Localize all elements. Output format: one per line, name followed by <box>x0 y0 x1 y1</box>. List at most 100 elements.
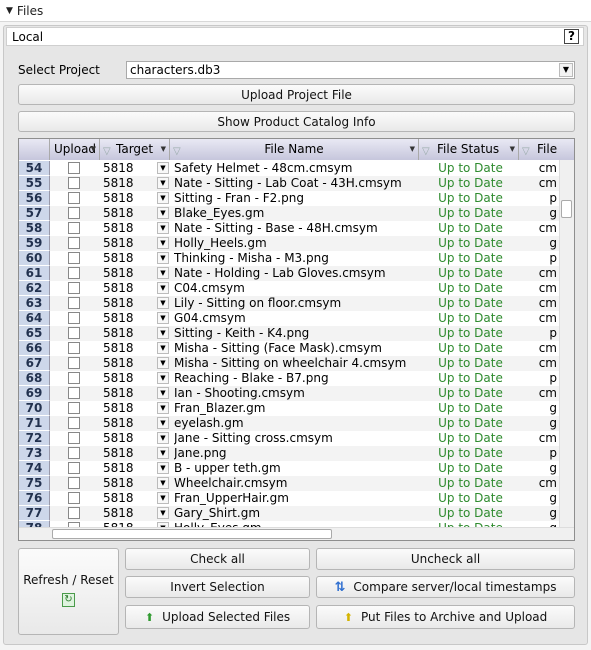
compare-timestamps-button[interactable]: ⇅ Compare server/local timestamps <box>316 576 575 598</box>
chevron-down-icon[interactable]: ▼ <box>157 192 169 204</box>
table-row[interactable]: 77 5818 ▼ Gary_Shirt.gm Up to Date g <box>19 506 559 521</box>
table-row[interactable]: 56 5818 ▼ Sitting - Fran - F2.png Up to Date… <box>19 191 559 206</box>
project-select[interactable]: characters.db3 ▼ <box>126 61 575 79</box>
chevron-down-icon[interactable]: ▼ <box>157 447 169 459</box>
invert-selection-button[interactable]: Invert Selection <box>125 576 310 598</box>
chevron-down-icon[interactable]: ▼ <box>157 417 169 429</box>
upload-checkbox[interactable] <box>68 432 80 444</box>
file-ext-column-header[interactable]: ▽ File <box>519 139 574 160</box>
table-row[interactable]: 74 5818 ▼ B - upper teth.gm Up to Date g <box>19 461 559 476</box>
table-row[interactable]: 68 5818 ▼ Reaching - Blake - B7.png Up to Da… <box>19 371 559 386</box>
table-row[interactable]: 62 5818 ▼ C04.cmsym Up to Date cm <box>19 281 559 296</box>
chevron-down-icon[interactable]: ▼ <box>157 297 169 309</box>
funnel-icon[interactable]: ▽ <box>103 141 111 162</box>
upload-checkbox[interactable] <box>68 477 80 489</box>
chevron-down-icon[interactable]: ▼ <box>157 312 169 324</box>
target-column-header[interactable]: ▽ Target ▼ <box>100 139 170 160</box>
horizontal-scrollbar[interactable] <box>19 527 574 540</box>
chevron-down-icon[interactable]: ▼ <box>157 162 169 174</box>
upload-checkbox[interactable] <box>68 342 80 354</box>
upload-checkbox[interactable] <box>68 237 80 249</box>
chevron-down-icon[interactable]: ▼ <box>157 402 169 414</box>
chevron-down-icon[interactable]: ▼ <box>157 372 169 384</box>
upload-checkbox[interactable] <box>68 267 80 279</box>
upload-checkbox[interactable] <box>68 312 80 324</box>
chevron-down-icon[interactable]: ▼ <box>157 207 169 219</box>
table-row[interactable]: 67 5818 ▼ Misha - Sitting on wheelchair 4.c… <box>19 356 559 371</box>
chevron-down-icon[interactable]: ▼ <box>157 177 169 189</box>
chevron-down-icon[interactable]: ▼ <box>157 507 169 519</box>
chevron-down-icon[interactable]: ▼ <box>157 387 169 399</box>
chevron-down-icon[interactable]: ▼ <box>510 139 515 160</box>
table-row[interactable]: 65 5818 ▼ Sitting - Keith - K4.png Up to Dat… <box>19 326 559 341</box>
funnel-icon[interactable]: ▽ <box>173 141 181 162</box>
table-row[interactable]: 57 5818 ▼ Blake_Eyes.gm Up to Date g <box>19 206 559 221</box>
upload-checkbox[interactable] <box>68 417 80 429</box>
archive-upload-button[interactable]: ⬆ Put Files to Archive and Upload <box>316 605 575 629</box>
chevron-down-icon[interactable]: ▼ <box>157 342 169 354</box>
chevron-down-icon[interactable]: ▼ <box>157 282 169 294</box>
upload-checkbox[interactable] <box>68 372 80 384</box>
table-row[interactable]: 69 5818 ▼ Ian - Shooting.cmsym Up to Date cm <box>19 386 559 401</box>
table-row[interactable]: 75 5818 ▼ Wheelchair.cmsym Up to Date cm <box>19 476 559 491</box>
help-button[interactable]: ? <box>564 29 579 44</box>
chevron-down-icon[interactable]: ▼ <box>157 477 169 489</box>
vertical-scrollbar[interactable] <box>559 160 574 540</box>
uncheck-all-button[interactable]: Uncheck all <box>316 548 575 570</box>
upload-checkbox[interactable] <box>68 492 80 504</box>
chevron-down-icon[interactable]: ▼ <box>157 237 169 249</box>
table-row[interactable]: 55 5818 ▼ Nate - Sitting - Lab Coat - 43H.c… <box>19 176 559 191</box>
upload-checkbox[interactable] <box>68 282 80 294</box>
upload-checkbox[interactable] <box>68 162 80 174</box>
upload-checkbox[interactable] <box>68 177 80 189</box>
funnel-icon[interactable]: ▽ <box>422 141 430 162</box>
table-row[interactable]: 70 5818 ▼ Fran_Blazer.gm Up to Date g <box>19 401 559 416</box>
file-name-column-header[interactable]: ▽ File Name ▼ <box>170 139 419 160</box>
chevron-down-icon[interactable]: ▼ <box>559 63 573 77</box>
upload-checkbox[interactable] <box>68 462 80 474</box>
chevron-down-icon[interactable]: ▼ <box>161 139 166 160</box>
table-row[interactable]: 66 5818 ▼ Misha - Sitting (Face Mask).cmsym… <box>19 341 559 356</box>
horizontal-scroll-thumb[interactable] <box>52 529 332 539</box>
upload-checkbox[interactable] <box>68 207 80 219</box>
chevron-down-icon[interactable]: ▼ <box>157 357 169 369</box>
upload-checkbox[interactable] <box>68 387 80 399</box>
show-product-catalog-button[interactable]: Show Product Catalog Info <box>18 111 575 132</box>
table-row[interactable]: 58 5818 ▼ Nate - Sitting - Base - 48H.cmsym… <box>19 221 559 236</box>
upload-checkbox[interactable] <box>68 252 80 264</box>
upload-checkbox[interactable] <box>68 327 80 339</box>
upload-project-file-button[interactable]: Upload Project File <box>18 84 575 105</box>
upload-column-header[interactable]: Upload ▼ <box>50 139 100 160</box>
upload-checkbox[interactable] <box>68 192 80 204</box>
upload-checkbox[interactable] <box>68 357 80 369</box>
file-status-column-header[interactable]: ▽ File Status ▼ <box>419 139 519 160</box>
upload-checkbox[interactable] <box>68 402 80 414</box>
check-all-button[interactable]: Check all <box>125 548 310 570</box>
table-row[interactable]: 64 5818 ▼ G04.cmsym Up to Date cm <box>19 311 559 326</box>
table-row[interactable]: 60 5818 ▼ Thinking - Misha - M3.png Up to Da… <box>19 251 559 266</box>
table-row[interactable]: 54 5818 ▼ Safety Helmet - 48cm.cmsym Up to D… <box>19 161 559 176</box>
files-section-header[interactable]: ▼ Files <box>0 0 591 22</box>
local-tab[interactable]: Local ? <box>6 27 584 46</box>
chevron-down-icon[interactable]: ▼ <box>410 139 415 160</box>
vertical-scroll-thumb[interactable] <box>561 200 572 218</box>
table-row[interactable]: 73 5818 ▼ Jane.png Up to Date p <box>19 446 559 461</box>
table-row[interactable]: 61 5818 ▼ Nate - Holding - Lab Gloves.cmsym… <box>19 266 559 281</box>
upload-checkbox[interactable] <box>68 447 80 459</box>
chevron-down-icon[interactable]: ▼ <box>157 327 169 339</box>
chevron-down-icon[interactable]: ▼ <box>157 222 169 234</box>
table-row[interactable]: 59 5818 ▼ Holly_Heels.gm Up to Date g <box>19 236 559 251</box>
upload-checkbox[interactable] <box>68 297 80 309</box>
chevron-down-icon[interactable]: ▼ <box>157 432 169 444</box>
upload-checkbox[interactable] <box>68 507 80 519</box>
table-row[interactable]: 76 5818 ▼ Fran_UpperHair.gm Up to Date g <box>19 491 559 506</box>
upload-checkbox[interactable] <box>68 222 80 234</box>
table-row[interactable]: 71 5818 ▼ eyelash.gm Up to Date g <box>19 416 559 431</box>
chevron-down-icon[interactable]: ▼ <box>91 139 96 160</box>
table-row[interactable]: 72 5818 ▼ Jane - Sitting cross.cmsym Up to D… <box>19 431 559 446</box>
upload-selected-files-button[interactable]: ⬆ Upload Selected Files <box>125 605 310 629</box>
chevron-down-icon[interactable]: ▼ <box>157 492 169 504</box>
refresh-reset-button[interactable]: Refresh / Reset ↻ <box>18 548 119 635</box>
chevron-down-icon[interactable]: ▼ <box>157 267 169 279</box>
table-row[interactable]: 63 5818 ▼ Lily - Sitting on floor.cmsym Up t… <box>19 296 559 311</box>
